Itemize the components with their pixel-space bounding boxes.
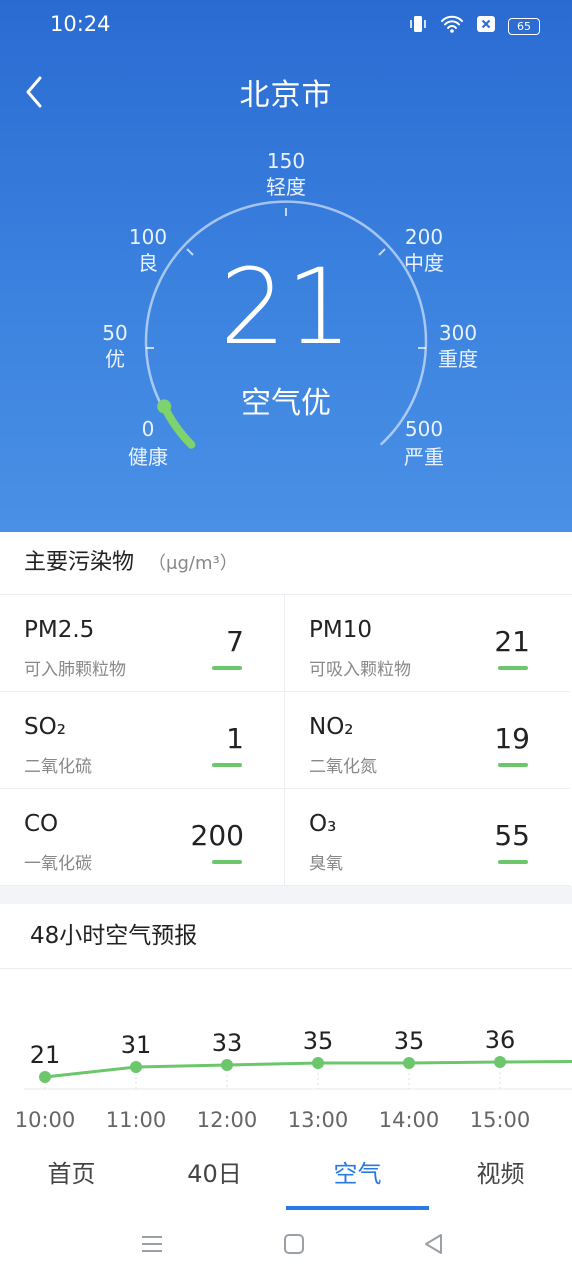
pollutant-level-bar (498, 666, 528, 670)
pollutant-desc: 可入肺颗粒物 (24, 660, 126, 680)
pollutant-value: 19 (494, 722, 530, 755)
pollutant-desc: 臭氧 (309, 854, 343, 874)
back-triangle-icon[interactable] (422, 1232, 446, 1260)
pollutant-value: 55 (494, 819, 530, 852)
pollutant-value: 200 (190, 819, 244, 852)
data-label: 31 (121, 1031, 152, 1059)
scale-name-150: 轻度 (266, 175, 306, 199)
x-tick-label: 15:00 (470, 1108, 531, 1132)
aqi-value: 21 (219, 246, 353, 368)
x-tick-label: 14:00 (379, 1108, 440, 1132)
pollutant-name: SO₂ (24, 714, 66, 740)
pollutant-name: PM2.5 (24, 617, 95, 643)
pollutant-name: PM10 (309, 617, 372, 643)
data-label: 35 (303, 1027, 334, 1055)
pollutant-name: NO₂ (309, 714, 354, 740)
system-nav-bar (0, 1210, 572, 1280)
forecast-chart[interactable]: 21 10:00 31 11:00 33 12:00 35 13:00 35 14:00 36 15:… (0, 969, 572, 1139)
tab-video[interactable]: 视频 (429, 1138, 572, 1210)
page-title: 北京市 (239, 78, 333, 113)
status-icons: 65 (408, 14, 540, 38)
tab-air[interactable]: 空气 (286, 1138, 429, 1210)
pollutant-pm25[interactable]: PM2.5 可入肺颗粒物 7 (0, 595, 285, 692)
pollutant-value: 7 (226, 625, 244, 658)
scale-value-200: 200 (405, 225, 443, 249)
pollutant-co[interactable]: CO 一氧化碳 200 (0, 789, 285, 886)
data-point[interactable] (130, 1061, 142, 1073)
pollutant-desc: 二氧化氮 (309, 757, 377, 777)
battery-icon: 65 (508, 17, 540, 35)
pollutant-level-bar (212, 666, 242, 670)
sim-off-icon (476, 15, 496, 37)
wifi-icon (440, 14, 464, 38)
scale-value-150: 150 (267, 149, 305, 173)
x-tick-label: 13:00 (288, 1108, 349, 1132)
pollutant-desc: 一氧化碳 (24, 854, 92, 874)
pollutant-name: CO (24, 811, 59, 837)
scale-value-100: 100 (129, 225, 167, 249)
tab-40-days[interactable]: 40日 (143, 1138, 286, 1210)
pollutant-desc: 二氧化硫 (24, 757, 92, 777)
data-label: 36 (485, 1026, 516, 1054)
data-point[interactable] (494, 1056, 506, 1068)
series-line (44, 1060, 572, 1079)
pollutants-unit: （μg/m³） (148, 553, 238, 574)
pollutant-pm10[interactable]: PM10 可吸入颗粒物 21 (285, 595, 570, 692)
x-tick-label: 11:00 (106, 1108, 167, 1132)
nav-bar: 北京市 (0, 60, 572, 120)
scale-name-0: 健康 (128, 445, 168, 469)
status-bar: 10:24 65 (0, 0, 572, 52)
tab-home[interactable]: 首页 (0, 1138, 143, 1210)
data-point[interactable] (403, 1057, 415, 1069)
aqi-level-label: 空气优 (241, 386, 331, 421)
vibrate-icon (408, 14, 428, 38)
pollutant-name: O₃ (309, 811, 337, 837)
pollutants-header: 主要污染物 （μg/m³） (0, 532, 572, 595)
pollutant-level-bar (212, 860, 242, 864)
forecast-panel: 48小时空气预报 21 10:00 31 11:00 33 12:00 35 13:00 35 1… (0, 904, 572, 1138)
pollutant-o3[interactable]: O₃ 臭氧 55 (285, 789, 570, 886)
data-point[interactable] (221, 1059, 233, 1071)
pollutants-panel: 主要污染物 （μg/m³） PM2.5 可入肺颗粒物 7 PM10 可吸入颗粒物 … (0, 532, 572, 886)
data-label: 33 (212, 1029, 243, 1057)
pollutants-grid: PM2.5 可入肺颗粒物 7 PM10 可吸入颗粒物 21 SO₂ 二氧化硫 1… (0, 595, 572, 886)
pollutant-desc: 可吸入颗粒物 (309, 660, 411, 680)
pollutants-title: 主要污染物 (24, 550, 135, 575)
data-label: 21 (30, 1041, 61, 1069)
x-tick-label: 12:00 (197, 1108, 258, 1132)
forecast-title: 48小时空气预报 (0, 904, 572, 969)
data-label: 35 (394, 1027, 425, 1055)
x-tick-label: 10:00 (15, 1108, 76, 1132)
bottom-tab-bar: 首页 40日 空气 视频 (0, 1138, 572, 1210)
scale-name-500: 严重 (404, 445, 444, 469)
pollutant-level-bar (498, 860, 528, 864)
pollutant-no2[interactable]: NO₂ 二氧化氮 19 (285, 692, 570, 789)
pollutant-value: 1 (226, 722, 244, 755)
hero-panel: 10:24 65 北京市 0 健康 50 优 100 良 150 轻度 200 … (0, 0, 572, 532)
pollutant-level-bar (498, 763, 528, 767)
data-point[interactable] (39, 1071, 51, 1083)
data-point[interactable] (312, 1057, 324, 1069)
status-time: 10:24 (50, 12, 111, 36)
home-square-icon[interactable] (282, 1232, 306, 1260)
pollutant-level-bar (212, 763, 242, 767)
menu-icon[interactable] (140, 1232, 164, 1260)
pollutant-value: 21 (494, 625, 530, 658)
pollutant-so2[interactable]: SO₂ 二氧化硫 1 (0, 692, 285, 789)
